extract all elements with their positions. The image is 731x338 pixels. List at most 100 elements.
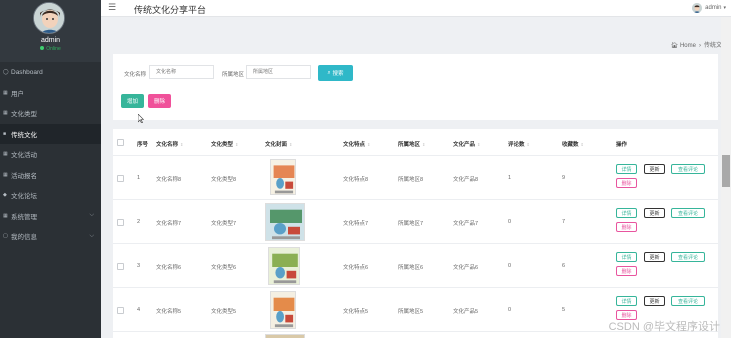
header-feature-label: 文化特点: [343, 142, 366, 148]
header-name[interactable]: 文化名称 ⇕: [156, 140, 183, 148]
cell-product: 文化产品7: [453, 221, 479, 227]
sort-icon: ⇕: [526, 142, 530, 147]
grid-icon: ▦: [3, 171, 8, 178]
update-button[interactable]: 更新: [644, 252, 665, 262]
chevron-down-icon: ⌵: [89, 232, 94, 239]
header-actions: 操作: [616, 142, 628, 148]
top-avatar: [692, 3, 703, 13]
cell-index: 1: [137, 175, 141, 181]
cell-favorites: 6: [562, 263, 566, 269]
breadcrumb: 🏠︎ Home › 传统文化: [671, 40, 728, 49]
add-button[interactable]: 增加: [121, 94, 144, 108]
cell-feature: 文化特点5: [343, 309, 369, 315]
header-comments[interactable]: 评论数 ⇕: [508, 140, 530, 148]
sidebar-item-label: 文化活动: [11, 152, 37, 160]
cover-image: [265, 203, 305, 241]
hamburger-menu-icon[interactable]: ☰: [108, 2, 116, 13]
sidebar-item-7[interactable]: ▦ 系统管理 ⌵: [0, 206, 101, 227]
sidebar-item-2[interactable]: ▦ 文化类型: [0, 103, 101, 124]
cell-index: 3: [137, 263, 141, 269]
header-cover[interactable]: 文化封面 ⇕: [265, 140, 292, 148]
update-button[interactable]: 更新: [644, 208, 665, 218]
detail-button[interactable]: 详情: [616, 164, 637, 174]
data-table: 序号 文化名称 ⇕ 文化类型 ⇕ 文化封面 ⇕ 文化特点 ⇕ 所属地区 ⇕ 文化产品 ⇕ 评…: [113, 129, 718, 338]
sidebar-item-label: 用户: [11, 90, 24, 98]
top-bar: ☰ 传统文化分享平台 admin ▾: [101, 0, 731, 17]
sidebar-item-label: 文化类型: [11, 111, 37, 119]
avatar[interactable]: [33, 2, 65, 34]
header-region[interactable]: 所属地区 ⇕: [398, 140, 425, 148]
header-feature[interactable]: 文化特点 ⇕: [343, 140, 370, 148]
sort-icon: ⇕: [367, 142, 371, 147]
search-button[interactable]: ⌕ 搜索: [318, 65, 353, 81]
cover-image: [265, 334, 305, 338]
sidebar-item-label: 活动报名: [11, 172, 37, 180]
header-product[interactable]: 文化产品 ⇕: [453, 140, 480, 148]
sidebar-item-4[interactable]: ▦ 文化活动: [0, 144, 101, 165]
row-delete-button[interactable]: 删除: [616, 178, 637, 188]
online-dot-icon: [40, 46, 45, 50]
top-user-menu[interactable]: admin ▾: [692, 3, 726, 13]
sidebar-item-8[interactable]: ▢ 我的信息 ⌵: [0, 226, 101, 247]
row-checkbox[interactable]: [117, 175, 124, 182]
watermark: CSDN @毕文程序设计: [608, 321, 720, 333]
detail-button[interactable]: 详情: [616, 252, 637, 262]
row-checkbox[interactable]: [117, 219, 124, 226]
sidebar-username: admin: [40, 37, 61, 44]
view-comments-button[interactable]: 查看评论: [671, 296, 705, 306]
sidebar-item-label: Dashboard: [11, 68, 43, 76]
cell-product: 文化产品8: [453, 177, 479, 183]
sidebar: admin Online ◯ Dashboard ▦ 用户 ▦ 文化类型 ■ 传统文化 ▦ 文化活…: [0, 0, 101, 338]
cell-product: 文化产品5: [453, 309, 479, 315]
name-search-input[interactable]: [149, 65, 214, 79]
view-comments-button[interactable]: 查看评论: [671, 252, 705, 262]
update-button[interactable]: 更新: [644, 296, 665, 306]
cell-comments: 0: [508, 219, 512, 225]
sidebar-item-label: 文化论坛: [11, 193, 37, 201]
view-comments-button[interactable]: 查看评论: [671, 208, 705, 218]
sidebar-item-3[interactable]: ■ 传统文化: [0, 123, 101, 144]
header-type[interactable]: 文化类型 ⇕: [211, 140, 238, 148]
header-type-label: 文化类型: [211, 142, 234, 148]
header-region-label: 所属地区: [398, 142, 421, 148]
cell-region: 所属地区7: [398, 221, 424, 227]
grid-icon: ▦: [3, 110, 8, 117]
sidebar-item-5[interactable]: ▦ 活动报名: [0, 165, 101, 186]
sidebar-item-label: 系统管理: [11, 213, 37, 221]
row-checkbox[interactable]: [117, 307, 124, 314]
table-row: 3 文化名称6 文化类型6 文化特点6 所属地区6 文化产品6 0 6 详情 更新 查看评论 删除: [113, 243, 718, 287]
cell-name: 文化名称7: [156, 221, 182, 227]
header-name-label: 文化名称: [156, 142, 179, 148]
update-button[interactable]: 更新: [644, 164, 665, 174]
detail-button[interactable]: 详情: [616, 208, 637, 218]
user-dropdown-icon: ▾: [723, 5, 726, 11]
row-delete-button[interactable]: 删除: [616, 266, 637, 276]
delete-button[interactable]: 删除: [148, 94, 171, 108]
row-delete-button[interactable]: 删除: [616, 222, 637, 232]
sidebar-item-label: 我的信息: [11, 234, 37, 242]
sidebar-item-6[interactable]: ◆ 文化论坛: [0, 185, 101, 206]
sort-icon: ⇕: [477, 142, 481, 147]
view-comments-button[interactable]: 查看评论: [671, 164, 705, 174]
scrollbar-thumb[interactable]: [722, 155, 730, 187]
cell-type: 文化类型8: [211, 177, 237, 183]
cell-name: 文化名称8: [156, 177, 182, 183]
home-icon: 🏠︎: [670, 43, 679, 49]
cell-comments: 0: [508, 307, 512, 313]
region-search-input[interactable]: [246, 65, 311, 79]
sidebar-item-1[interactable]: ▦ 用户: [0, 83, 101, 104]
region-label: 所属地区: [222, 72, 245, 78]
dashboard-icon: ◯: [3, 69, 9, 76]
breadcrumb-home[interactable]: Home: [680, 43, 696, 49]
sidebar-item-0[interactable]: ◯ Dashboard: [0, 62, 101, 83]
cell-product: 文化产品6: [453, 265, 479, 271]
header-favorites[interactable]: 收藏数 ⇕: [562, 140, 584, 148]
profile-panel: admin Online: [0, 0, 101, 62]
cell-index: 2: [137, 219, 141, 225]
name-label: 文化名称: [124, 72, 147, 78]
row-checkbox[interactable]: [117, 263, 124, 270]
sort-icon: ⇕: [289, 142, 293, 147]
detail-button[interactable]: 详情: [616, 296, 637, 306]
select-all-checkbox[interactable]: [117, 139, 124, 146]
search-button-label: 搜索: [332, 71, 344, 77]
